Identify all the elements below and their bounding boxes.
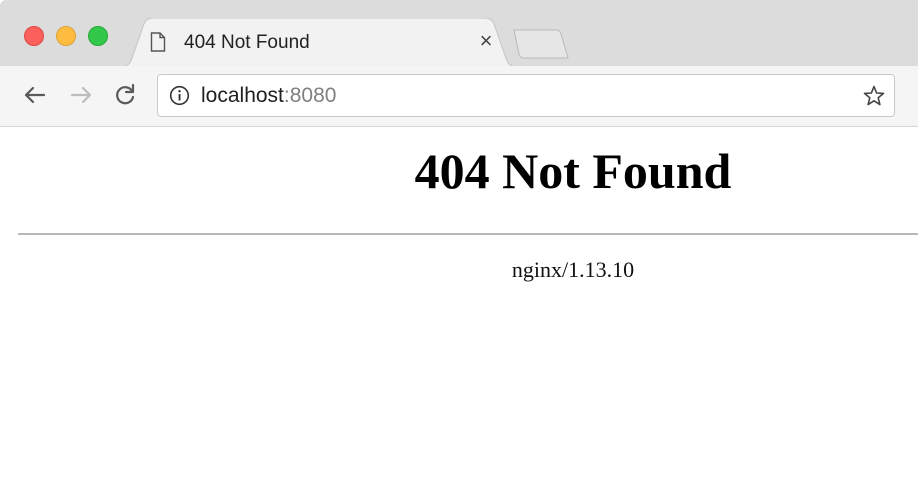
window-minimize-button[interactable] [56,26,76,46]
divider [18,233,918,235]
url-port: :8080 [283,84,337,107]
tab-close-icon[interactable]: × [475,28,497,54]
server-signature: nginx/1.13.10 [511,257,635,282]
new-tab-button[interactable] [510,28,572,67]
reload-icon [116,83,135,105]
browser-window: 404 Not Found × localhost:8080 404 Not F… [0,0,918,480]
info-icon[interactable] [169,85,190,106]
address-bar[interactable]: localhost:8080 [157,74,895,117]
document-icon [150,32,166,52]
url-text: localhost:8080 [201,84,336,108]
forward-button[interactable] [66,80,96,110]
back-arrow-icon [24,86,46,104]
reload-button[interactable] [110,80,140,110]
page-title: 404 Not Found [414,143,732,199]
tab-title: 404 Not Found [184,32,310,53]
page-content: 404 Not Found nginx/1.13.10 [0,127,918,480]
star-icon[interactable] [862,84,886,108]
back-button[interactable] [20,80,50,110]
forward-arrow-icon [70,86,92,104]
window-maximize-button[interactable] [88,26,108,46]
new-tab-icon [513,29,569,59]
browser-toolbar: localhost:8080 [0,66,918,127]
url-host: localhost [201,84,284,107]
active-tab[interactable]: 404 Not Found × [118,18,520,67]
window-close-button[interactable] [24,26,44,46]
tab-shape [118,18,520,67]
tab-strip: 404 Not Found × [0,0,918,67]
